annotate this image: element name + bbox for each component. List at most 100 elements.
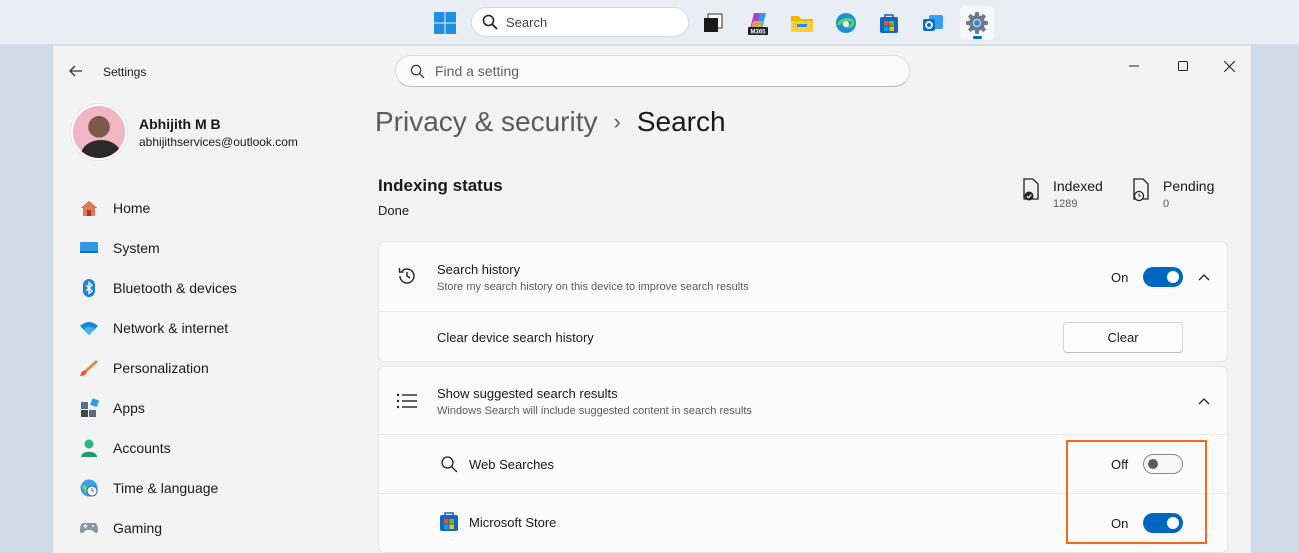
system-icon xyxy=(79,238,99,258)
indexed-count: 1289 xyxy=(1053,198,1078,210)
m365-icon: M365 xyxy=(748,13,768,36)
brush-icon xyxy=(79,358,99,378)
gaming-icon xyxy=(79,518,99,538)
sidebar-item-label: Gaming xyxy=(113,520,163,536)
outlook-icon xyxy=(923,15,943,31)
clear-history-row: Clear device search history Clear xyxy=(379,312,1227,362)
find-setting-input[interactable] xyxy=(435,63,875,79)
store-button[interactable] xyxy=(872,6,906,40)
microsoft-store-toggle[interactable] xyxy=(1143,513,1183,533)
settings-taskbar-button[interactable] xyxy=(960,6,994,40)
pending-count: 0 xyxy=(1163,198,1170,210)
close-button[interactable] xyxy=(1206,50,1251,82)
sidebar-item-apps[interactable]: Apps xyxy=(69,388,339,428)
minimize-button[interactable] xyxy=(1111,50,1157,82)
edge-icon xyxy=(836,13,856,33)
title-bar: Settings xyxy=(53,46,1251,96)
app-title: Settings xyxy=(103,65,147,79)
sidebar-item-time-language[interactable]: Time & language xyxy=(69,468,339,508)
sidebar-item-label: Accounts xyxy=(113,440,171,456)
history-icon xyxy=(395,264,419,288)
suggested-results-title: Show suggested search results xyxy=(437,386,618,401)
user-profile[interactable]: Abhijith M B abhijithservices@outlook.co… xyxy=(71,104,298,160)
sidebar-item-label: Personalization xyxy=(113,360,209,376)
maximize-button[interactable] xyxy=(1160,50,1206,82)
sidebar-item-label: Apps xyxy=(113,400,145,416)
m365-badge: M365 xyxy=(750,30,766,36)
sidebar-item-gaming[interactable]: Gaming xyxy=(69,508,339,548)
search-icon xyxy=(482,14,498,30)
search-history-toggle[interactable] xyxy=(1143,267,1183,287)
search-icon xyxy=(410,64,425,78)
indexing-status-title: Indexing status xyxy=(378,176,503,195)
clear-history-label: Clear device search history xyxy=(437,330,594,345)
m365-app-button[interactable]: M365 xyxy=(741,6,775,40)
start-button[interactable] xyxy=(428,6,462,40)
home-icon xyxy=(79,198,99,218)
suggested-results-row[interactable]: Show suggested search results Windows Se… xyxy=(379,367,1227,435)
taskbar-search-box[interactable]: Search xyxy=(471,7,689,37)
sidebar-item-label: System xyxy=(113,240,160,256)
file-explorer-button[interactable] xyxy=(785,6,819,40)
time-language-icon xyxy=(79,478,99,498)
list-icon xyxy=(395,389,419,413)
task-view-button[interactable] xyxy=(696,6,730,40)
sidebar-item-personalization[interactable]: Personalization xyxy=(69,348,339,388)
sidebar-item-network[interactable]: Network & internet xyxy=(69,308,339,348)
task-view-icon xyxy=(704,13,723,32)
pending-stat: Pending 0 xyxy=(1131,178,1214,210)
file-explorer-icon xyxy=(791,16,813,32)
bluetooth-icon xyxy=(79,278,99,298)
breadcrumb-parent-link[interactable]: Privacy & security xyxy=(375,106,598,138)
indexed-document-icon xyxy=(1023,178,1039,201)
indexed-stat: Indexed 1289 xyxy=(1021,178,1103,210)
suggested-results-description: Windows Search will include suggested co… xyxy=(437,405,752,417)
microsoft-store-icon xyxy=(437,509,461,533)
search-icon xyxy=(437,452,461,476)
web-searches-label: Web Searches xyxy=(469,457,555,472)
sidebar-nav: Home System Bluetooth & devices Network … xyxy=(69,188,339,548)
accounts-icon xyxy=(79,438,99,458)
web-searches-toggle[interactable] xyxy=(1143,454,1183,474)
sidebar-item-label: Time & language xyxy=(113,480,219,496)
search-history-title: Search history xyxy=(437,262,521,277)
pending-document-icon xyxy=(1133,178,1149,202)
edge-button[interactable] xyxy=(829,6,863,40)
sidebar-item-label: Home xyxy=(113,200,151,216)
search-history-toggle-state: On xyxy=(1111,270,1129,285)
windows-logo-icon xyxy=(434,12,456,34)
taskbar: Search M365 xyxy=(0,0,1299,45)
find-setting-box[interactable] xyxy=(395,55,910,87)
profile-email: abhijithservices@outlook.com xyxy=(139,134,298,149)
close-icon xyxy=(1223,60,1235,72)
back-button[interactable] xyxy=(65,60,87,82)
breadcrumb: Privacy & security › Search xyxy=(375,106,726,138)
apps-icon xyxy=(79,398,99,418)
page-title: Search xyxy=(636,106,726,137)
maximize-icon xyxy=(1178,61,1188,71)
suggested-results-card: Show suggested search results Windows Se… xyxy=(378,366,1228,553)
chevron-up-icon[interactable] xyxy=(1196,393,1212,409)
indexed-label: Indexed xyxy=(1053,178,1103,194)
microsoft-store-row: Microsoft Store On xyxy=(379,494,1227,552)
sidebar-item-accounts[interactable]: Accounts xyxy=(69,428,339,468)
sidebar-item-home[interactable]: Home xyxy=(69,188,339,228)
minimize-icon xyxy=(1129,65,1139,67)
pending-label: Pending xyxy=(1163,178,1215,194)
indexing-status-value: Done xyxy=(378,203,410,218)
chevron-up-icon[interactable] xyxy=(1196,269,1212,285)
web-searches-toggle-state: Off xyxy=(1111,457,1129,472)
taskbar-search-label: Search xyxy=(506,14,548,30)
web-searches-row: Web Searches Off xyxy=(379,435,1227,494)
sidebar-item-system[interactable]: System xyxy=(69,228,339,268)
avatar xyxy=(71,104,127,160)
breadcrumb-separator: › xyxy=(613,109,621,134)
outlook-button[interactable] xyxy=(916,6,950,40)
search-history-card: Search history Store my search history o… xyxy=(378,241,1228,362)
sidebar-item-bluetooth[interactable]: Bluetooth & devices xyxy=(69,268,339,308)
network-icon xyxy=(79,318,99,338)
profile-name: Abhijith M B xyxy=(139,115,221,132)
search-history-row[interactable]: Search history Store my search history o… xyxy=(379,242,1227,312)
clear-button[interactable]: Clear xyxy=(1063,322,1183,353)
search-history-description: Store my search history on this device t… xyxy=(437,281,749,293)
